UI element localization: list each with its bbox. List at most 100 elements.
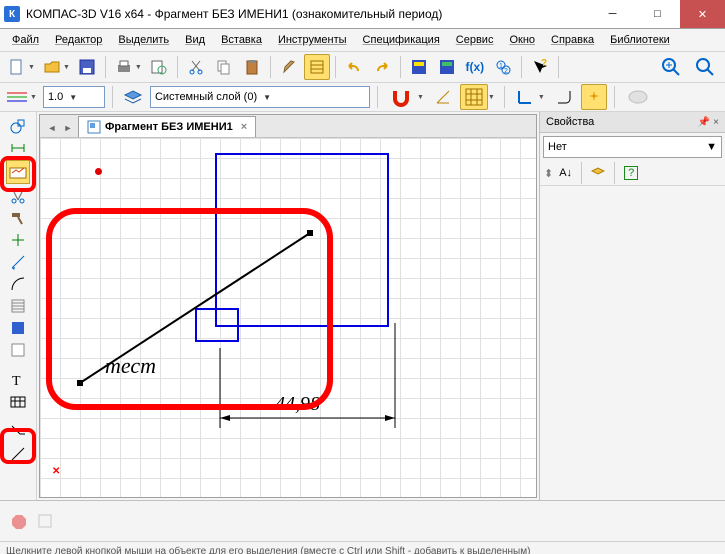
hammer-tool[interactable]: [8, 208, 28, 228]
menu-select[interactable]: Выделить: [112, 32, 175, 48]
zoom-in-button[interactable]: [655, 54, 687, 80]
preview-button[interactable]: [146, 54, 172, 80]
style-toolbar: ▼ 1.0▼ Системный слой (0)▼ ▼ ▼ ▼: [0, 83, 725, 112]
edit-tool[interactable]: [8, 186, 28, 206]
menu-help[interactable]: Справка: [545, 32, 600, 48]
linewidth-combo[interactable]: 1.0▼: [43, 86, 105, 108]
menu-libs[interactable]: Библиотеки: [604, 32, 676, 48]
status-bar: Щелкните левой кнопкой мыши на объекте д…: [0, 541, 725, 554]
measure-tool[interactable]: [8, 252, 28, 272]
window-title: КОМПАС-3D V16 x64 - Фрагмент БЕЗ ИМЕНИ1 …: [26, 7, 442, 21]
menu-editor[interactable]: Редактор: [49, 32, 108, 48]
properties-button[interactable]: [304, 54, 330, 80]
disk1-button[interactable]: [406, 54, 432, 80]
tab-prev[interactable]: ◄: [44, 119, 60, 137]
tab-label: Фрагмент БЕЗ ИМЕНИ1: [105, 121, 233, 133]
prop-az-icon[interactable]: A↓: [559, 167, 572, 179]
menu-insert[interactable]: Вставка: [215, 32, 268, 48]
annotations-tool[interactable]: [6, 160, 30, 184]
dimensions-tool[interactable]: [8, 138, 28, 158]
vars-button[interactable]: 12: [490, 54, 516, 80]
menu-view[interactable]: Вид: [179, 32, 211, 48]
arc-tool[interactable]: [8, 274, 28, 294]
round-button[interactable]: [551, 84, 577, 110]
table-tool[interactable]: [8, 392, 28, 412]
close-button[interactable]: ✕: [680, 0, 725, 28]
titlebar: К КОМПАС-3D V16 x64 - Фрагмент БЕЗ ИМЕНИ…: [0, 0, 725, 29]
menu-service[interactable]: Сервис: [450, 32, 500, 48]
help-button[interactable]: ?: [527, 54, 553, 80]
ortho-button[interactable]: [512, 84, 538, 110]
layer-combo[interactable]: Системный слой (0)▼: [150, 86, 370, 108]
disk2-button[interactable]: [434, 54, 460, 80]
linewidth-value: 1.0: [48, 91, 63, 103]
zoom-fit-button[interactable]: [689, 54, 721, 80]
svg-text:?: ?: [541, 59, 547, 69]
cmd-stop[interactable]: [6, 508, 32, 534]
drawing-tool[interactable]: [8, 340, 28, 360]
text-tool[interactable]: T: [8, 370, 28, 390]
text-label: тест: [105, 353, 156, 379]
prop-help-icon[interactable]: ?: [624, 166, 638, 180]
menubar: Файл Редактор Выделить Вид Вставка Инстр…: [0, 29, 725, 52]
axis-marker: ✕: [52, 466, 60, 477]
status-text: Щелкните левой кнопкой мыши на объекте д…: [6, 546, 530, 554]
new-button[interactable]: [4, 54, 30, 80]
maximize-button[interactable]: □: [635, 0, 680, 28]
spec-tool[interactable]: [8, 296, 28, 316]
linetype-button[interactable]: [4, 84, 30, 110]
undo-button[interactable]: [341, 54, 367, 80]
param-tool[interactable]: [8, 230, 28, 250]
document-tab[interactable]: Фрагмент БЕЗ ИМЕНИ1 ×: [78, 116, 256, 137]
brush-button[interactable]: [276, 54, 302, 80]
drawing-canvas[interactable]: тест 44,98 ✕: [40, 138, 536, 497]
copy-button[interactable]: [211, 54, 237, 80]
document-area: ◄ ► Фрагмент БЕЗ ИМЕНИ1 ×: [39, 114, 537, 498]
tab-next[interactable]: ►: [60, 119, 76, 137]
app-icon: К: [4, 6, 20, 22]
panel-close[interactable]: ×: [713, 117, 719, 128]
document-tabbar: ◄ ► Фрагмент БЕЗ ИМЕНИ1 ×: [40, 115, 536, 138]
leader-tool[interactable]: [8, 422, 28, 442]
properties-panel: Свойства 📌 × Нет▼ ⬍ A↓ ?: [539, 112, 725, 500]
open-button[interactable]: [39, 54, 65, 80]
main-area: T ◄ ► Фрагмент БЕЗ ИМЕНИ1 ×: [0, 112, 725, 500]
command-bar: [0, 500, 725, 541]
angle-snap-button[interactable]: [430, 84, 456, 110]
properties-filter-value: Нет: [548, 141, 567, 153]
paste-button[interactable]: [239, 54, 265, 80]
redo-button[interactable]: [369, 54, 395, 80]
svg-text:T: T: [12, 374, 21, 388]
geometry-tool[interactable]: [8, 116, 28, 136]
cmd-list[interactable]: [32, 508, 58, 534]
render-button[interactable]: [622, 84, 654, 110]
properties-title-bar: Свойства 📌 ×: [540, 112, 725, 133]
fx-button[interactable]: f(x): [462, 54, 488, 80]
properties-filter-combo[interactable]: Нет▼: [543, 136, 722, 158]
sparkle-button[interactable]: [581, 84, 607, 110]
menu-window[interactable]: Окно: [503, 32, 541, 48]
layers-button[interactable]: [120, 84, 146, 110]
menu-file[interactable]: Файл: [6, 32, 45, 48]
menu-spec[interactable]: Спецификация: [357, 32, 446, 48]
prop-sort-icon[interactable]: ⬍: [544, 167, 553, 180]
layer-value: Системный слой (0): [155, 91, 257, 103]
cut-button[interactable]: [183, 54, 209, 80]
pin-icon[interactable]: 📌: [698, 117, 710, 128]
tab-close[interactable]: ×: [241, 121, 247, 133]
fragment-icon: [87, 120, 101, 134]
grid-button[interactable]: [460, 84, 488, 110]
report-tool[interactable]: [8, 318, 28, 338]
print-button[interactable]: [111, 54, 137, 80]
save-button[interactable]: [74, 54, 100, 80]
properties-title: Свойства: [546, 116, 594, 128]
svg-text:2: 2: [504, 68, 508, 75]
snap-button[interactable]: [385, 84, 417, 110]
minimize-button[interactable]: ─: [590, 0, 635, 28]
properties-toolbar: ⬍ A↓ ?: [540, 161, 725, 186]
left-toolbar: T: [0, 112, 37, 500]
menu-tools[interactable]: Инструменты: [272, 32, 353, 48]
chain-tool[interactable]: [8, 444, 28, 464]
prop-layers-icon[interactable]: [591, 166, 605, 180]
main-toolbar: ▼ ▼ ▼ f(x) 12 ?: [0, 52, 725, 83]
